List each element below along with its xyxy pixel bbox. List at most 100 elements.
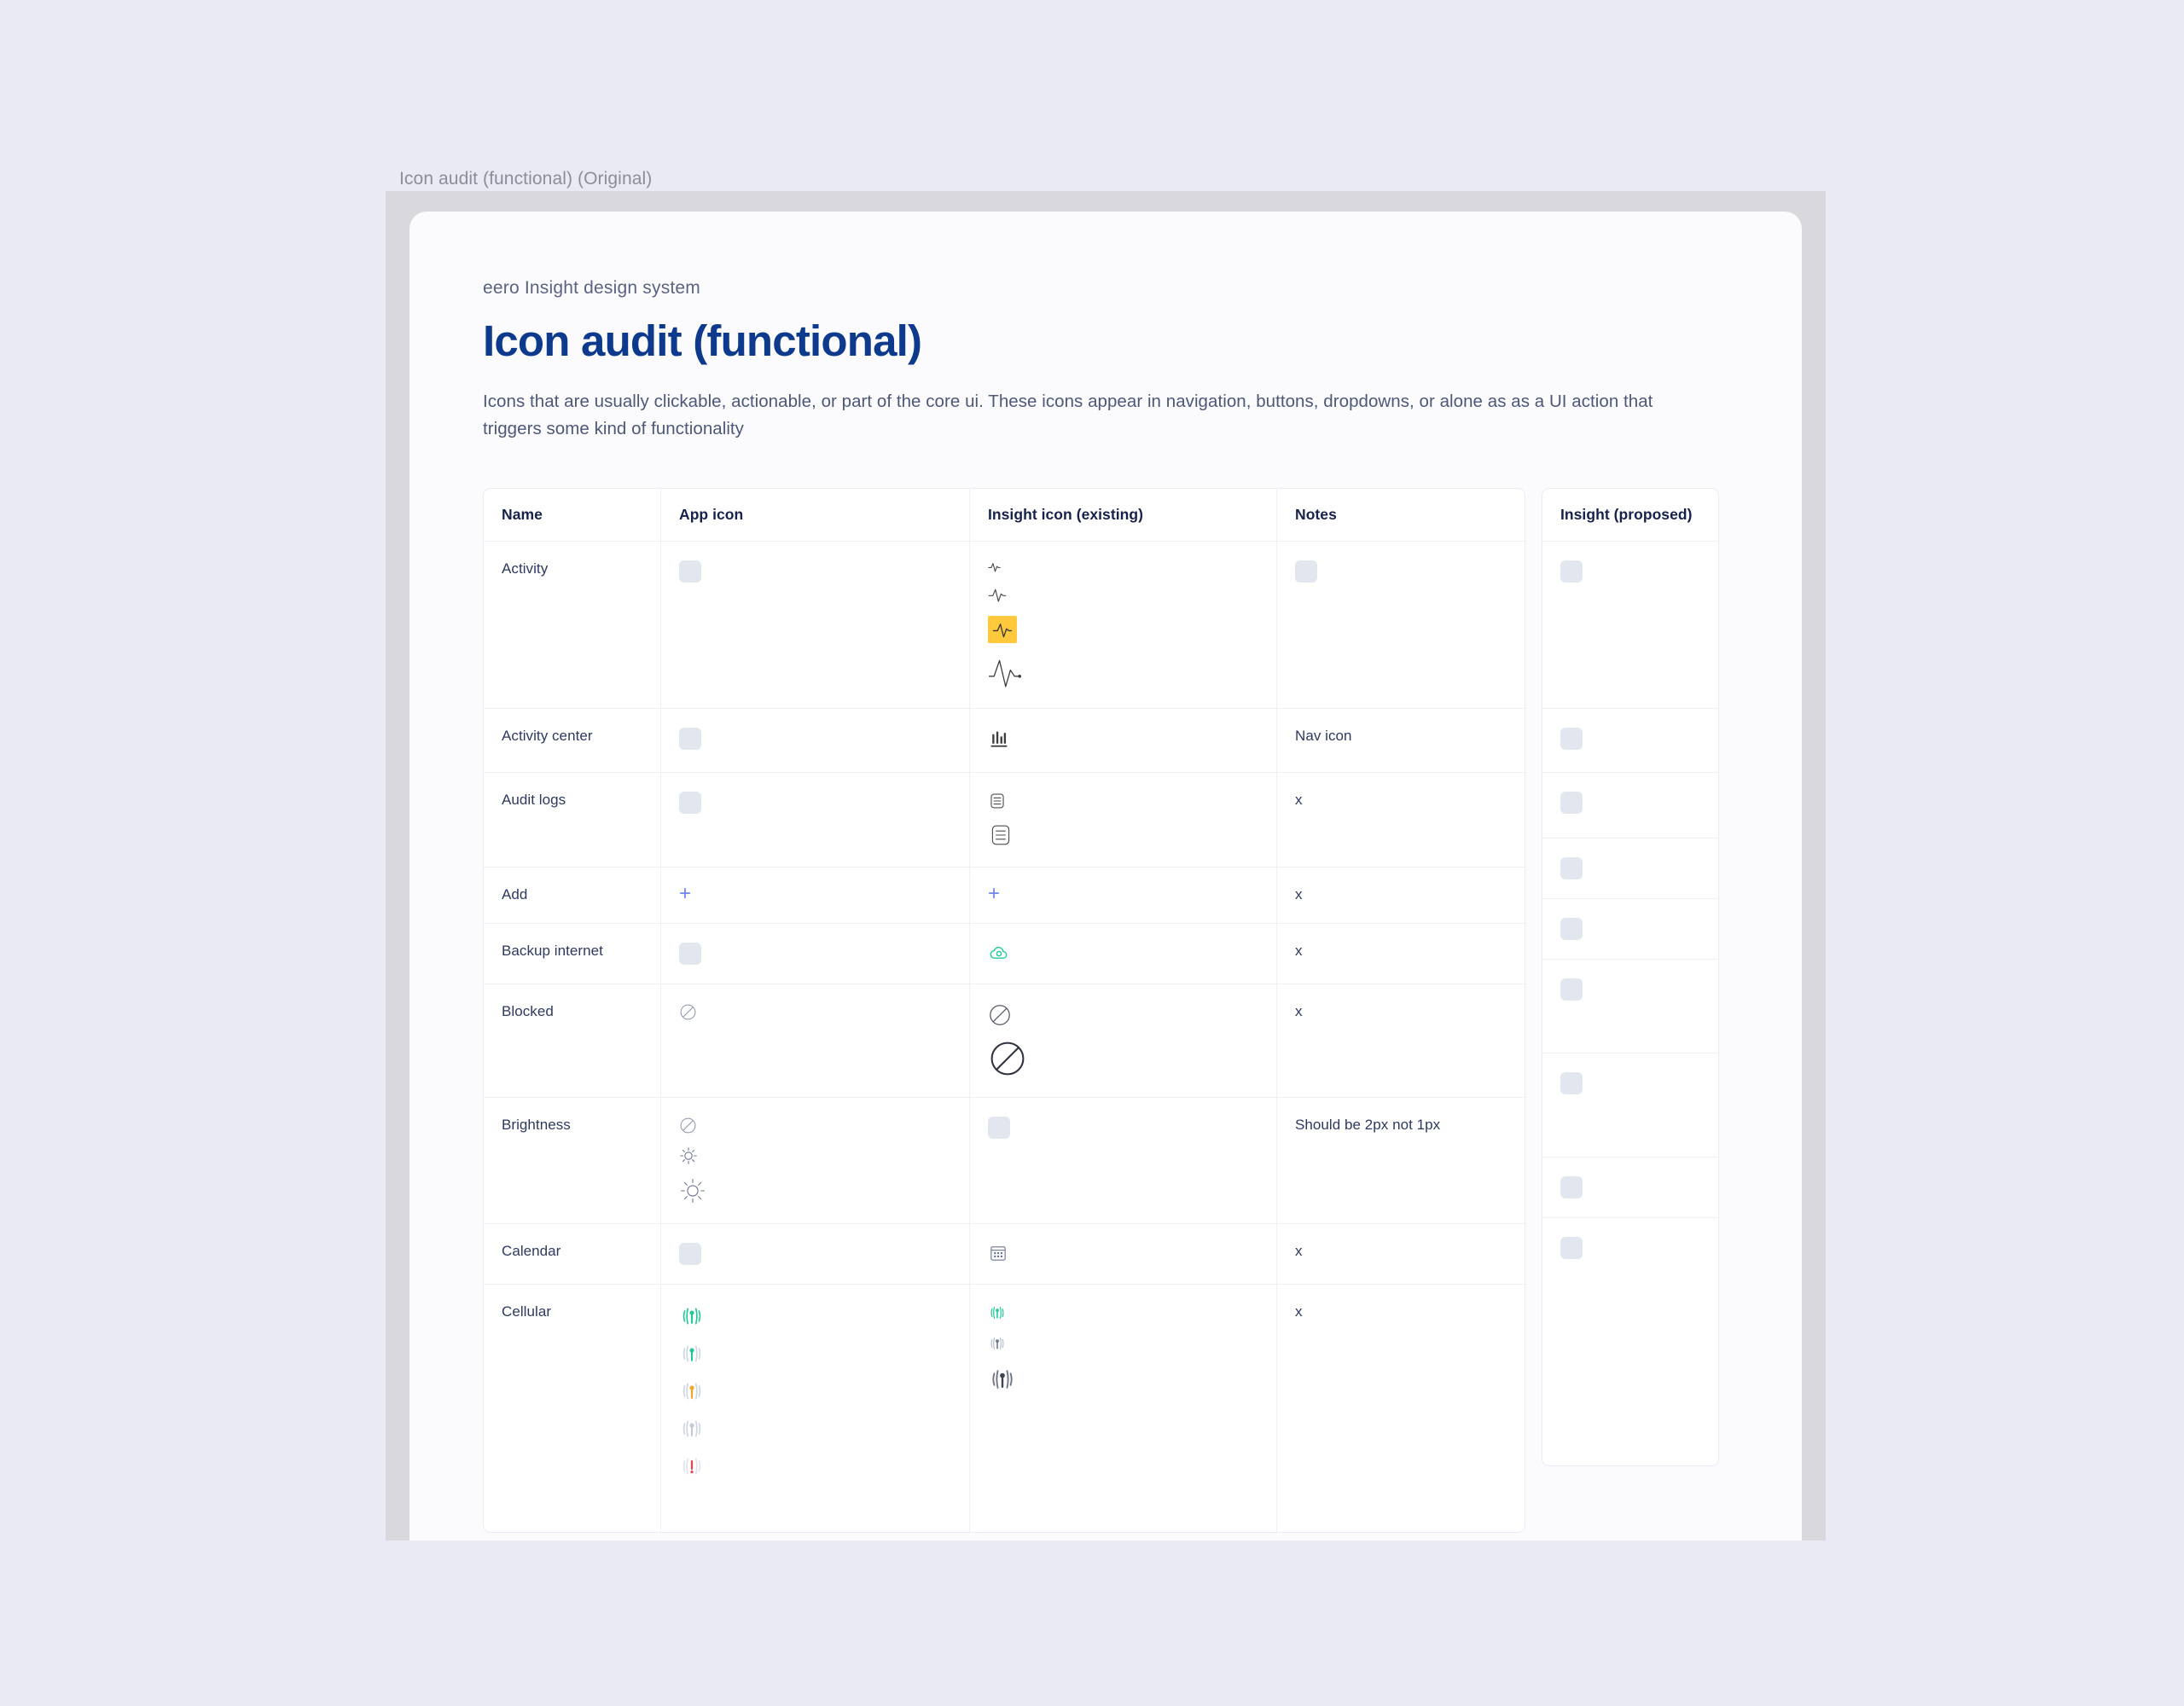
- placeholder-icon[interactable]: [1295, 560, 1317, 583]
- placeholder-icon[interactable]: [679, 1242, 701, 1265]
- document-list-lg-icon[interactable]: [988, 822, 1014, 848]
- cellular-green-full-icon[interactable]: [679, 1303, 705, 1329]
- placeholder-box: [1560, 856, 1583, 879]
- blocked-circle-md-icon[interactable]: [988, 1003, 1012, 1027]
- activity-wave-lg-icon[interactable]: [988, 655, 1022, 689]
- proposed-row: [1542, 709, 1718, 773]
- placeholder-box: [1295, 560, 1317, 583]
- cellular-orange-low-icon[interactable]: [679, 1378, 705, 1404]
- placeholder-box: [1560, 791, 1583, 814]
- table-header-row: Name App icon Insight icon (existing) No…: [484, 488, 1525, 542]
- placeholder-icon[interactable]: [988, 1116, 1010, 1139]
- plus-icon-icon[interactable]: +: [988, 883, 1000, 904]
- cellular-green-mid-icon[interactable]: [679, 1341, 705, 1367]
- row-notes-label: x: [1295, 791, 1303, 808]
- cell-notes: x: [1277, 773, 1525, 867]
- page-title: Icon audit (functional): [483, 316, 922, 365]
- placeholder-icon[interactable]: [1560, 856, 1583, 879]
- placeholder-box: [988, 1116, 1010, 1139]
- placeholder-icon[interactable]: [679, 791, 701, 814]
- row-notes-label: x: [1295, 1242, 1303, 1259]
- activity-wave-xs-icon[interactable]: [988, 560, 1001, 573]
- row-name-label: Add: [502, 885, 528, 902]
- app-icon-stack: [679, 942, 951, 965]
- table-row: Activity center Nav icon: [484, 708, 1525, 773]
- insight-icon-stack: [988, 1003, 1258, 1078]
- app-icon-stack: [679, 791, 951, 814]
- cellular-red-alert-icon[interactable]: [679, 1454, 705, 1479]
- cell-app-icon: +: [661, 867, 970, 923]
- proposed-header-row: Insight (proposed): [1542, 489, 1718, 542]
- brightness-sun-lg-icon[interactable]: [679, 1177, 706, 1204]
- cell-insight-icon: [970, 772, 1277, 867]
- placeholder-icon[interactable]: [1560, 1236, 1583, 1259]
- cell-notes: x: [1277, 868, 1525, 923]
- placeholder-icon[interactable]: [679, 727, 701, 750]
- cell-proposed-icon: [1542, 709, 1718, 772]
- placeholder-icon[interactable]: [1560, 917, 1583, 940]
- app-icon-stack: [679, 1117, 951, 1204]
- blocked-circle-sm-icon[interactable]: [679, 1117, 697, 1134]
- cellular-gray-none-icon[interactable]: [679, 1416, 705, 1442]
- document-list-sm-icon[interactable]: [988, 792, 1007, 810]
- frame-panel: eero Insight design system Icon audit (f…: [386, 191, 1826, 1541]
- placeholder-icon[interactable]: [1560, 978, 1583, 1001]
- cell-proposed-icon: [1542, 960, 1718, 1053]
- placeholder-icon[interactable]: [1560, 560, 1583, 583]
- cellular-gray-sm-icon[interactable]: [988, 1334, 1007, 1353]
- icon-audit-table: Name App icon Insight icon (existing) No…: [483, 487, 1525, 1533]
- table-row: Audit logs x: [484, 772, 1525, 868]
- row-name-label: Calendar: [502, 1242, 561, 1259]
- insight-icon-stack: [988, 1116, 1258, 1139]
- app-icon-stack: +: [679, 883, 951, 904]
- app-icon-stack: [679, 727, 951, 750]
- cell-proposed-icon: [1542, 838, 1718, 898]
- placeholder-box: [679, 727, 701, 750]
- placeholder-box: [1560, 978, 1583, 1001]
- placeholder-icon[interactable]: [679, 560, 701, 583]
- row-name-label: Activity: [502, 560, 549, 577]
- row-notes-label: x: [1295, 1002, 1303, 1019]
- brightness-sun-sm-icon[interactable]: [679, 1146, 698, 1165]
- notes-icon-stack: [1295, 560, 1508, 583]
- table-row: Cellular x: [484, 1284, 1525, 1532]
- placeholder-icon[interactable]: [1560, 1071, 1583, 1094]
- cell-proposed-icon: [1542, 1053, 1718, 1157]
- cell-insight-icon: [970, 1223, 1277, 1284]
- row-name-label: Brightness: [502, 1116, 571, 1133]
- placeholder-box: [679, 942, 701, 965]
- insight-icon-stack: [988, 792, 1258, 848]
- placeholder-icon[interactable]: [1560, 791, 1583, 814]
- placeholder-icon[interactable]: [1560, 1175, 1583, 1198]
- column-header-app: App icon: [661, 488, 970, 541]
- cell-notes: x: [1277, 984, 1525, 1097]
- placeholder-box: [1560, 917, 1583, 940]
- proposed-row: [1542, 1158, 1718, 1218]
- calendar-icon-icon[interactable]: [988, 1243, 1008, 1263]
- cell-notes: x: [1277, 1224, 1525, 1284]
- proposed-icon-stack: [1560, 978, 1702, 1001]
- table-row: Backup internet x: [484, 923, 1525, 984]
- placeholder-icon[interactable]: [679, 942, 701, 965]
- activity-wave-md-highlighted-icon[interactable]: [988, 615, 1017, 643]
- cell-app-icon: [661, 772, 970, 867]
- table-row: Calendar x: [484, 1223, 1525, 1285]
- app-icon-stack: [679, 560, 951, 583]
- row-name-label: Cellular: [502, 1303, 552, 1320]
- app-icon-stack: [679, 1003, 951, 1021]
- bar-chart-icon-icon[interactable]: [988, 728, 1010, 750]
- blocked-circle-lg-icon[interactable]: [988, 1039, 1027, 1078]
- proposed-icon-stack: [1560, 917, 1702, 940]
- blocked-circle-sm-icon[interactable]: [679, 1003, 697, 1021]
- cell-name: Activity: [484, 541, 661, 708]
- cloud-backup-icon-icon[interactable]: [988, 943, 1010, 965]
- cellular-gray-lg-icon[interactable]: [988, 1365, 1017, 1394]
- cellular-teal-sm-icon[interactable]: [988, 1303, 1007, 1322]
- plus-icon-icon[interactable]: +: [679, 883, 691, 904]
- cell-app-icon: [661, 1097, 970, 1223]
- placeholder-icon[interactable]: [1560, 727, 1583, 750]
- placeholder-box: [1560, 1175, 1583, 1198]
- cell-notes: x: [1277, 1285, 1525, 1532]
- row-notes-label: Should be 2px not 1px: [1295, 1116, 1441, 1133]
- activity-wave-sm-icon[interactable]: [988, 585, 1007, 604]
